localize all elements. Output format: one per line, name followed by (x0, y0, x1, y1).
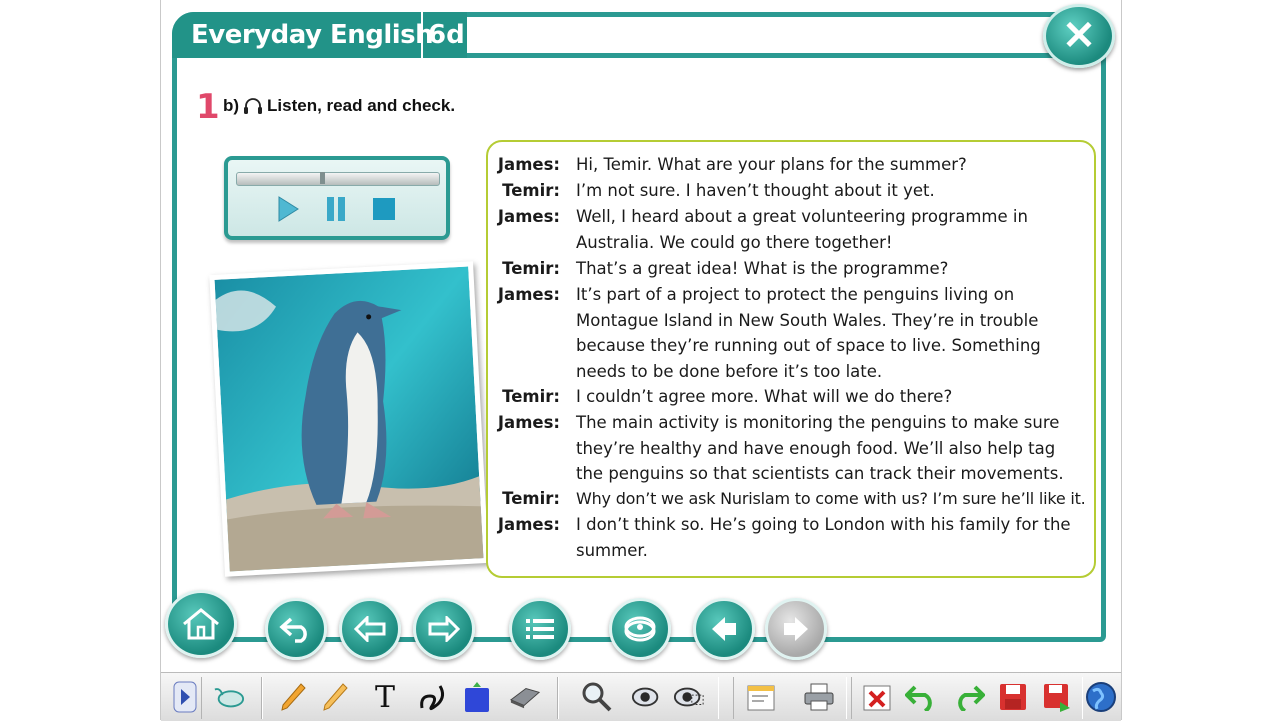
title-underline (467, 53, 1106, 58)
zoom-icon (582, 682, 612, 712)
eraser-icon (509, 688, 541, 709)
home-button[interactable] (165, 590, 237, 658)
web-button[interactable] (1083, 681, 1119, 713)
speaker-label: James: (497, 285, 560, 304)
speaker-label: Temir: (502, 181, 560, 200)
pause-button[interactable] (324, 196, 348, 222)
play-button[interactable] (276, 196, 300, 222)
next-page-icon (784, 617, 808, 641)
speaker-label: James: (497, 515, 560, 534)
redo-icon (958, 685, 985, 711)
pencil-icon (281, 683, 306, 711)
exercise-instruction-text: Listen, read and check. (267, 96, 456, 115)
tools-toolbar: T (161, 672, 1121, 721)
print-button[interactable] (803, 681, 835, 713)
exercise-number: 1 (196, 87, 220, 127)
close-icon: ✕ (1062, 14, 1096, 58)
dialogue-text: The main activity is monitoring the peng… (576, 413, 1064, 484)
stop-icon (373, 198, 395, 220)
previous-page-button[interactable] (693, 598, 755, 660)
back-button[interactable] (265, 598, 327, 660)
spotlight-icon (631, 687, 659, 707)
dialogue-text: It’s part of a project to protect the pe… (576, 285, 1041, 382)
eraser-tool-button[interactable] (509, 681, 541, 713)
undo-button[interactable] (905, 681, 937, 713)
undo-icon (905, 685, 932, 711)
previous-page-icon (712, 617, 736, 641)
save-icon (1000, 684, 1026, 710)
dialogue-text: Why don’t we ask Nurislam to come with u… (576, 489, 1086, 508)
menu-button[interactable] (509, 598, 571, 660)
pen-tool-button[interactable] (277, 681, 309, 713)
save-as-icon (1044, 684, 1070, 712)
text-tool-button[interactable]: T (369, 679, 401, 715)
redo-button[interactable] (953, 681, 985, 713)
exercise-instruction: b) Listen, read and check. (223, 96, 455, 116)
dialogue-text: I’m not sure. I haven’t thought about it… (576, 181, 935, 200)
zoom-tool-button[interactable] (581, 681, 613, 713)
stop-button[interactable] (372, 196, 396, 222)
reveal-tool-button[interactable] (673, 681, 705, 713)
save-as-button[interactable] (1041, 681, 1073, 713)
clear-button[interactable] (861, 681, 893, 713)
audio-progress-bar[interactable] (236, 172, 440, 186)
dialogue-text: That’s a great idea! What is the program… (576, 259, 949, 278)
whiteboard-icon (747, 685, 775, 711)
speaker-label: Temir: (502, 489, 560, 508)
app-window: Everyday English 6d ✕ 1 b) Listen, read … (160, 0, 1122, 721)
highlighter-icon (323, 683, 348, 711)
back-icon (279, 617, 307, 643)
penguin-photo (209, 261, 489, 577)
shape-icon (465, 682, 489, 712)
clear-icon (863, 685, 891, 711)
mouse-icon (214, 688, 245, 708)
dialogue-text: Hi, Temir. What are your plans for the s… (576, 155, 967, 174)
whiteboard-button[interactable] (745, 681, 777, 713)
menu-list-icon (526, 619, 554, 639)
highlighter-tool-button[interactable] (319, 681, 351, 713)
speaker-label: Temir: (502, 387, 560, 406)
title-separator (421, 12, 423, 58)
pause-icon (327, 197, 345, 221)
audio-player (224, 156, 450, 240)
next-icon (428, 616, 461, 642)
toolbar-toggle-button[interactable] (169, 681, 201, 713)
print-icon (804, 683, 834, 711)
close-button[interactable]: ✕ (1043, 4, 1115, 68)
save-button[interactable] (997, 681, 1029, 713)
freehand-icon (420, 685, 445, 711)
audio-disc-icon (624, 616, 656, 642)
title-tab: Everyday English 6d (172, 12, 467, 58)
speaker-label: James: (497, 155, 560, 174)
home-icon (183, 608, 219, 640)
dialogue-text: I couldn’t agree more. What will we do t… (576, 387, 953, 406)
audio-progress-knob[interactable] (320, 172, 325, 184)
toggle-arrow-icon (173, 681, 197, 713)
freehand-tool-button[interactable] (417, 681, 449, 713)
previous-button[interactable] (339, 598, 401, 660)
navigation-bar (161, 588, 1121, 666)
previous-icon (353, 616, 386, 642)
audio-disc-button[interactable] (609, 598, 671, 660)
play-icon (278, 196, 299, 222)
reveal-icon (673, 687, 704, 707)
exercise-sub-label: b) (223, 96, 240, 115)
dialogue-box: James: Hi, Temir. What are your plans fo… (486, 140, 1096, 578)
page-title: Everyday English (191, 20, 434, 50)
next-button[interactable] (413, 598, 475, 660)
globe-icon (1086, 682, 1116, 712)
speaker-label: James: (497, 413, 560, 432)
text-tool-icon: T (374, 679, 395, 715)
speaker-label: James: (497, 207, 560, 226)
headphones-icon (244, 98, 263, 114)
dialogue-text: Well, I heard about a great volunteering… (576, 207, 1028, 252)
dialogue-text: I don’t think so. He’s going to London w… (576, 515, 1071, 560)
speaker-label: Temir: (502, 259, 560, 278)
shape-tool-button[interactable] (461, 681, 493, 713)
mouse-tool-button[interactable] (213, 681, 245, 713)
next-page-button[interactable] (765, 598, 827, 660)
spotlight-tool-button[interactable] (631, 681, 663, 713)
lesson-code: 6d (428, 20, 465, 50)
